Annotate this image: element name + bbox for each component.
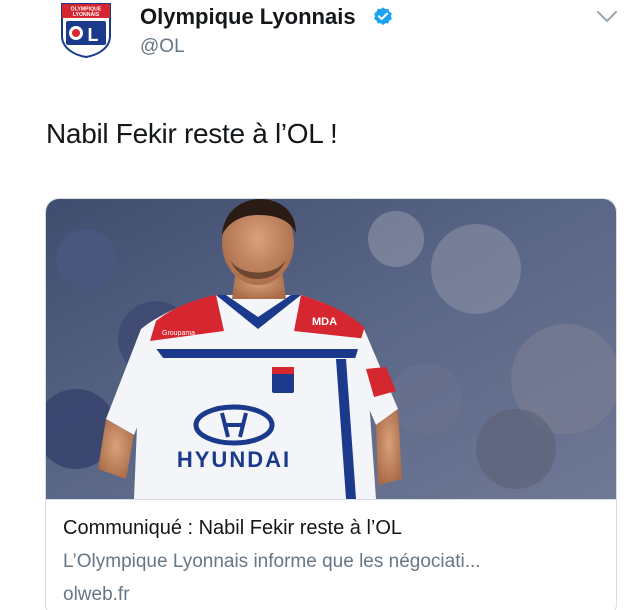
card-description: L’Olympique Lyonnais informe que les nég… bbox=[63, 551, 481, 572]
card-body[interactable]: Communiqué : Nabil Fekir reste à l’OL L’… bbox=[46, 499, 616, 610]
shirt-sleeve-text: Groupama bbox=[162, 330, 195, 337]
link-card[interactable]: HYUNDAI MDA Groupama Communiqué : Nabil … bbox=[45, 198, 617, 610]
tweet-text: Nabil Fekir reste à l’OL ! bbox=[46, 118, 338, 149]
svg-text:LYONNAIS: LYONNAIS bbox=[73, 12, 100, 18]
tweet[interactable]: OLYMPIQUE LYONNAIS L Olympique Lyonnais … bbox=[0, 0, 640, 610]
player-photo[interactable]: HYUNDAI MDA Groupama bbox=[46, 199, 617, 499]
card-domain[interactable]: olweb.fr bbox=[63, 584, 130, 606]
shirt-sponsor-text: HYUNDAI bbox=[177, 447, 291, 472]
chevron-down-icon[interactable] bbox=[596, 10, 618, 24]
verified-badge-icon bbox=[374, 7, 392, 25]
card-title[interactable]: Communiqué : Nabil Fekir reste à l’OL bbox=[63, 517, 402, 540]
author-name[interactable]: Olympique Lyonnais bbox=[140, 4, 356, 30]
ol-crest-icon[interactable]: OLYMPIQUE LYONNAIS L bbox=[60, 2, 112, 58]
author-handle[interactable]: @OL bbox=[140, 36, 185, 58]
svg-text:L: L bbox=[88, 25, 99, 45]
shirt-brand-text: MDA bbox=[312, 316, 337, 328]
